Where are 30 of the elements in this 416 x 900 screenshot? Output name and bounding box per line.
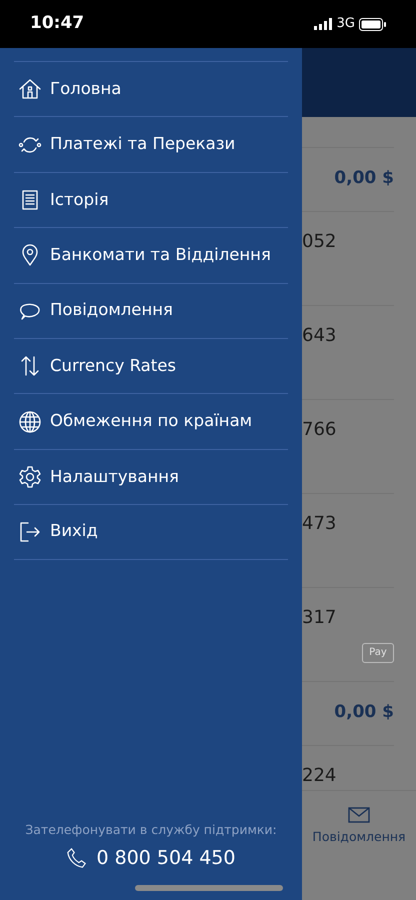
globe-icon [18, 410, 42, 434]
menu-item[interactable]: Повідомлення [14, 282, 288, 338]
menu-item[interactable]: Історія [14, 172, 288, 228]
support-phone[interactable]: 0 800 504 450 [96, 844, 236, 872]
payment-badge: Pay [362, 643, 394, 663]
menu-item[interactable]: Головна [14, 61, 288, 116]
menu-item[interactable]: Обмеження по країнам [14, 393, 288, 449]
menu-item[interactable]: Банкомати та Відділення [14, 227, 288, 283]
balance-amount: 0,00 $ [334, 702, 394, 722]
card-number: 643 [302, 324, 338, 348]
menu-item[interactable]: Currency Rates [14, 338, 288, 394]
home-icon [18, 77, 42, 102]
phone-icon [66, 846, 88, 869]
menu-item[interactable]: Платежі та Перекази [14, 116, 288, 172]
status-time: 10:47 [30, 12, 84, 36]
exit-icon [18, 520, 42, 544]
card-number: 473 [302, 512, 338, 536]
menu-item[interactable]: Вихід [14, 504, 288, 560]
signal-icon [314, 18, 333, 30]
settings-icon [18, 464, 42, 489]
menu-item[interactable]: Налаштування [14, 448, 288, 504]
envelope-icon[interactable] [348, 806, 370, 823]
card-number: 317 [302, 606, 338, 630]
network-type: 3G [336, 15, 355, 34]
card-number: 766 [302, 418, 338, 442]
card-number: 224 [302, 764, 338, 788]
battery-icon [359, 18, 386, 30]
balance-amount: 0,00 $ [334, 168, 394, 188]
card-number: 052 [302, 230, 338, 254]
support-label: Зателефонувати в службу підтримки: [24, 820, 278, 839]
